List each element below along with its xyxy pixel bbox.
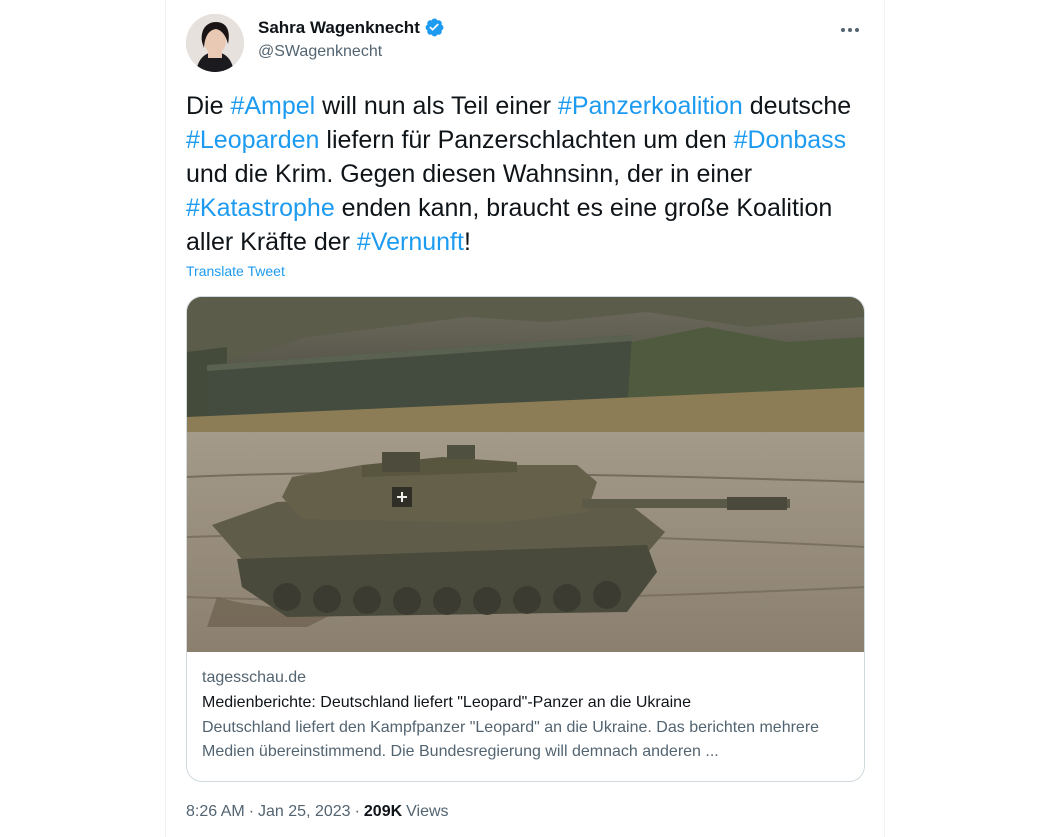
- tweet-text-segment: !: [463, 228, 471, 256]
- hashtag-link[interactable]: #Donbass: [734, 126, 847, 154]
- translate-tweet-link[interactable]: Translate Tweet: [186, 263, 285, 279]
- tweet-meta: 8:26 AM · Jan 25, 2023 · 209K Views: [186, 803, 449, 821]
- hashtag-link[interactable]: #Panzerkoalition: [558, 92, 743, 120]
- tweet-text-segment: und die Krim. Gegen diesen Wahnsinn, der…: [186, 160, 753, 188]
- hashtag-link[interactable]: #Katastrophe: [186, 194, 335, 222]
- hashtag-link[interactable]: #Ampel: [230, 92, 315, 120]
- display-name-row: Sahra Wagenknecht: [258, 17, 445, 38]
- tweet-text-segment: Die: [186, 92, 231, 120]
- card-title: Medienberichte: Deutschland liefert "Leo…: [202, 694, 691, 711]
- card-image[interactable]: [187, 297, 864, 652]
- more-options-icon[interactable]: [836, 16, 864, 44]
- author-names: Sahra Wagenknecht @SWagenknecht: [258, 17, 445, 61]
- meta-separator: ·: [354, 803, 360, 820]
- tweet-text: Die #Ampel will nun als Teil einer #Panz…: [186, 89, 876, 259]
- views-label: Views: [406, 803, 449, 820]
- card-text: tagesschau.de Medienberichte: Deutschlan…: [202, 667, 849, 764]
- tweet-column: Sahra Wagenknecht @SWagenknecht Die #Amp…: [165, 0, 885, 837]
- views-count: 209K: [363, 803, 403, 820]
- tweet-header: Sahra Wagenknecht @SWagenknecht: [186, 12, 868, 72]
- display-name[interactable]: Sahra Wagenknecht: [258, 18, 420, 38]
- hashtag-link[interactable]: #Vernunft: [357, 228, 464, 256]
- tweet-time[interactable]: 8:26 AM: [186, 803, 245, 821]
- verified-badge-icon: [424, 17, 445, 38]
- link-card[interactable]: tagesschau.de Medienberichte: Deutschlan…: [186, 296, 865, 782]
- tweet-text-segment: deutsche: [742, 92, 852, 120]
- tweet-text-segment: will nun als Teil einer: [315, 92, 558, 120]
- hashtag-link[interactable]: #Leoparden: [186, 126, 319, 154]
- meta-separator: ·: [248, 803, 255, 820]
- handle[interactable]: @SWagenknecht: [258, 43, 445, 61]
- avatar[interactable]: [186, 14, 244, 72]
- tweet-text-segment: liefern für Panzerschlachten um den: [319, 126, 734, 154]
- card-description: Deutschland liefert den Kampfpanzer "Leo…: [202, 719, 820, 760]
- card-domain: tagesschau.de: [202, 669, 307, 686]
- tweet-date[interactable]: Jan 25, 2023: [258, 803, 351, 821]
